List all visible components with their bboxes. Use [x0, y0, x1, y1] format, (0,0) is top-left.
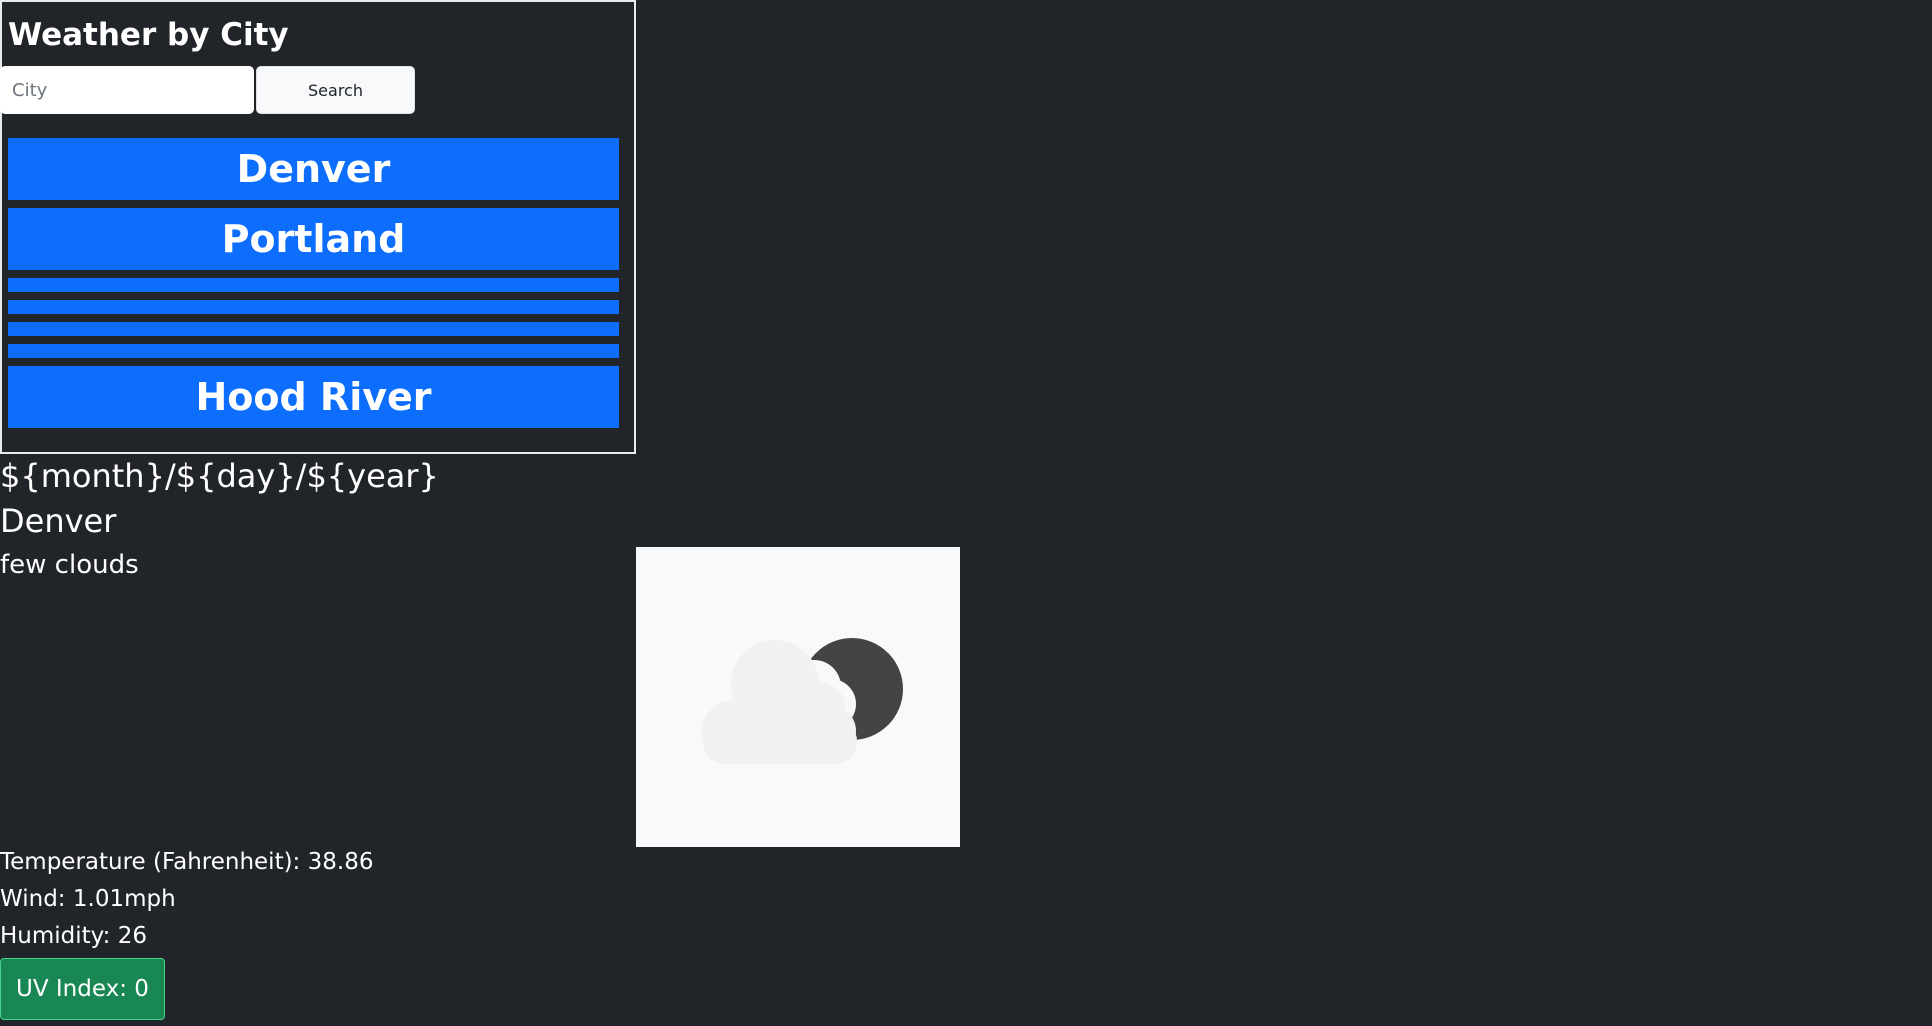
wind-readout: Wind: 1.01mph — [0, 885, 176, 913]
search-history-list: Denver Portland Hood River — [8, 138, 619, 436]
wind-value: 1.01mph — [72, 886, 176, 912]
search-panel: Weather by City Search Denver Portland H… — [0, 0, 636, 454]
weather-icon-panel — [636, 547, 960, 847]
current-date: ${month}/${day}/${year} — [0, 457, 439, 495]
city-search-input[interactable] — [0, 66, 254, 114]
uv-index-badge: UV Index: 0 — [0, 958, 165, 1020]
temperature-label: Temperature (Fahrenheit): — [0, 849, 308, 875]
search-button[interactable]: Search — [256, 66, 415, 114]
humidity-readout: Humidity: 26 — [0, 922, 147, 950]
temperature-value: 38.86 — [307, 849, 374, 875]
humidity-label: Humidity: — [0, 923, 118, 949]
city-history-button-portland[interactable]: Portland — [8, 208, 619, 270]
humidity-value: 26 — [117, 923, 147, 949]
weather-description: few clouds — [0, 550, 139, 580]
uv-index-label: UV Index: — [16, 976, 135, 1002]
few-clouds-night-icon — [702, 638, 903, 764]
city-history-button-empty[interactable] — [8, 344, 619, 358]
page-title: Weather by City — [8, 17, 289, 53]
city-history-button-hood-river[interactable]: Hood River — [8, 366, 619, 428]
city-history-button-empty[interactable] — [8, 300, 619, 314]
current-city-name: Denver — [0, 502, 117, 540]
city-history-button-empty[interactable] — [8, 278, 619, 292]
uv-index-value: 0 — [134, 976, 149, 1002]
city-history-button-denver[interactable]: Denver — [8, 138, 619, 200]
wind-label: Wind: — [0, 886, 73, 912]
city-history-button-empty[interactable] — [8, 322, 619, 336]
temperature-readout: Temperature (Fahrenheit): 38.86 — [0, 848, 373, 876]
